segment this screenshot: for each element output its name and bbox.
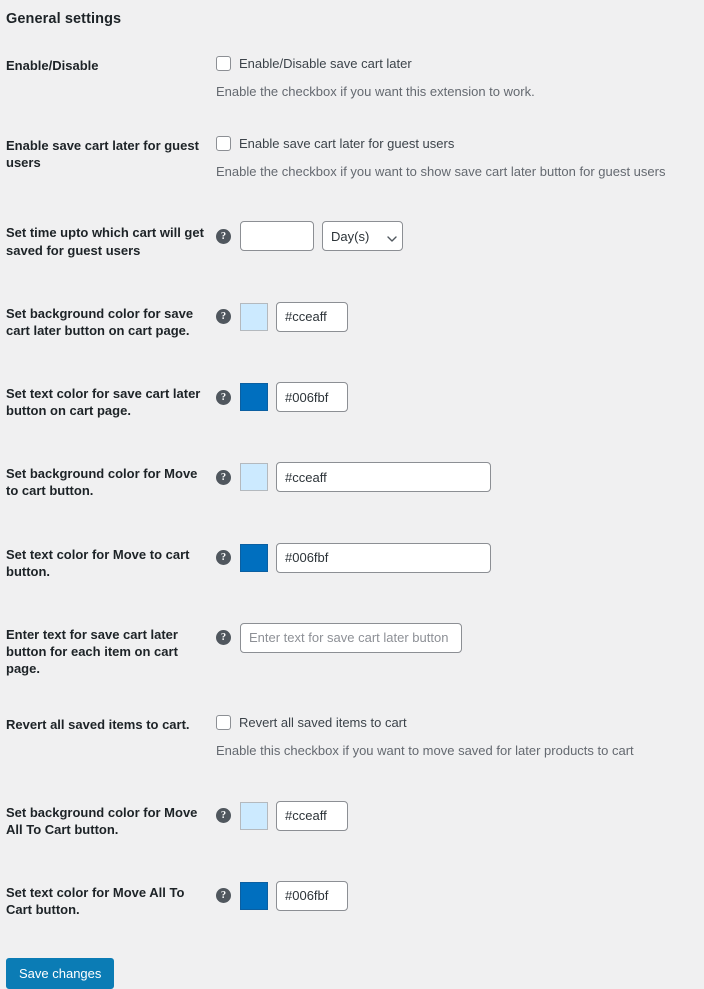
- save-cart-bg-color-input[interactable]: [276, 301, 348, 332]
- row-label-save-cart-bg-color: Set background color for save cart later…: [6, 305, 194, 338]
- move-all-text-color-input[interactable]: [276, 880, 348, 911]
- submit-area: Save changes: [6, 938, 704, 989]
- color-swatch-move-all-bg[interactable]: [240, 801, 268, 830]
- help-question-icon[interactable]: ?: [216, 550, 231, 566]
- row-label-move-to-cart-bg-color: Set background color for Move to cart bu…: [6, 466, 198, 499]
- table-row-move-to-cart-text-color: Set text color for Move to cart button. …: [6, 520, 704, 600]
- row-label-save-cart-text-color: Set text color for save cart later butto…: [6, 386, 201, 419]
- row-label-save-cart-button-text: Enter text for save cart later button fo…: [6, 626, 178, 677]
- table-row-move-all-bg-color: Set background color for Move All To Car…: [6, 778, 704, 858]
- color-swatch-save-cart-bg[interactable]: [240, 302, 268, 331]
- table-row-move-to-cart-bg-color: Set background color for Move to cart bu…: [6, 439, 704, 519]
- table-row-guest-users: Enable save cart later for guest users E…: [6, 118, 704, 198]
- table-row-save-cart-text-color: Set text color for save cart later butto…: [6, 359, 704, 439]
- table-row-move-all-text-color: Set text color for Move All To Cart butt…: [6, 858, 704, 938]
- row-description-revert-all-items: Enable this checkbox if you want to move…: [216, 743, 634, 759]
- row-field-save-cart-text-color: ?: [216, 359, 704, 439]
- help-question-icon[interactable]: ?: [216, 888, 231, 904]
- row-label-enable-disable: Enable/Disable: [6, 58, 99, 73]
- row-field-save-cart-bg-color: ?: [216, 279, 704, 359]
- row-label-revert-all-items: Revert all saved items to cart.: [6, 717, 190, 733]
- checkbox-box-icon[interactable]: [216, 715, 231, 731]
- save-cart-text-color-input[interactable]: [276, 382, 348, 412]
- row-field-save-cart-button-text: ?: [216, 600, 704, 697]
- table-row-enable-disable: Enable/Disable Enable/Disable save cart …: [6, 38, 704, 118]
- checkbox-label-revert-all-items: Revert all saved items to cart: [239, 715, 407, 731]
- row-label-cart-save-time: Set time upto which cart will get saved …: [6, 225, 204, 258]
- save-cart-button-text-input[interactable]: [240, 622, 462, 653]
- table-row-revert-all-items: Revert all saved items to cart. Revert a…: [6, 697, 704, 777]
- color-swatch-save-cart-text[interactable]: [240, 383, 268, 411]
- help-question-icon[interactable]: ?: [216, 808, 231, 824]
- move-all-bg-color-input[interactable]: [276, 800, 348, 831]
- checkbox-revert-all-items[interactable]: Revert all saved items to cart: [216, 714, 694, 731]
- help-question-icon[interactable]: ?: [216, 630, 231, 646]
- cart-save-time-unit-wrapper: Day(s): [322, 221, 403, 252]
- cart-save-time-unit-select[interactable]: Day(s): [322, 221, 403, 252]
- table-row-save-cart-button-text: Enter text for save cart later button fo…: [6, 600, 704, 697]
- row-field-move-all-bg-color: ?: [216, 778, 704, 858]
- page-title: General settings: [6, 11, 122, 27]
- row-description-guest-users: Enable the checkbox if you want to show …: [216, 164, 666, 180]
- table-row-cart-save-time: Set time upto which cart will get saved …: [6, 198, 704, 278]
- row-field-move-to-cart-text-color: ?: [216, 520, 704, 600]
- checkbox-enable-disable[interactable]: Enable/Disable save cart later: [216, 55, 694, 72]
- settings-page: General settings Enable/Disable Enable/D…: [0, 0, 704, 989]
- save-changes-button[interactable]: Save changes: [6, 958, 115, 989]
- row-label-move-to-cart-text-color: Set text color for Move to cart button.: [6, 546, 190, 579]
- help-question-icon[interactable]: ?: [216, 469, 231, 485]
- row-field-revert-all-items: Revert all saved items to cart Enable th…: [216, 697, 704, 777]
- color-swatch-move-to-cart-text[interactable]: [240, 543, 268, 572]
- color-swatch-move-to-cart-bg[interactable]: [240, 463, 268, 492]
- row-field-guest-users: Enable save cart later for guest users E…: [216, 118, 704, 198]
- color-swatch-move-all-text[interactable]: [240, 881, 268, 910]
- row-field-move-all-text-color: ?: [216, 858, 704, 938]
- table-row-save-cart-bg-color: Set background color for save cart later…: [6, 279, 704, 359]
- checkbox-box-icon[interactable]: [216, 136, 231, 152]
- row-field-enable-disable: Enable/Disable save cart later Enable th…: [216, 38, 704, 118]
- general-settings-form-table: Enable/Disable Enable/Disable save cart …: [6, 38, 704, 938]
- help-question-icon[interactable]: ?: [216, 389, 231, 405]
- move-to-cart-text-color-input[interactable]: [276, 542, 491, 573]
- row-label-move-all-bg-color: Set background color for Move All To Car…: [6, 804, 198, 837]
- row-field-move-to-cart-bg-color: ?: [216, 439, 704, 519]
- checkbox-box-icon[interactable]: [216, 56, 231, 71]
- row-description-enable-disable: Enable the checkbox if you want this ext…: [216, 84, 535, 99]
- checkbox-label-enable-disable: Enable/Disable save cart later: [239, 56, 412, 71]
- row-label-guest-users: Enable save cart later for guest users: [6, 138, 199, 171]
- checkbox-label-guest-users: Enable save cart later for guest users: [239, 136, 455, 152]
- help-question-icon[interactable]: ?: [216, 309, 231, 325]
- cart-save-time-input[interactable]: [240, 221, 314, 252]
- row-label-move-all-text-color: Set text color for Move All To Cart butt…: [6, 884, 185, 918]
- checkbox-guest-users[interactable]: Enable save cart later for guest users: [216, 135, 694, 152]
- help-question-icon[interactable]: ?: [216, 228, 231, 244]
- row-field-cart-save-time: ? Day(s): [216, 198, 704, 278]
- move-to-cart-bg-color-input[interactable]: [276, 462, 491, 493]
